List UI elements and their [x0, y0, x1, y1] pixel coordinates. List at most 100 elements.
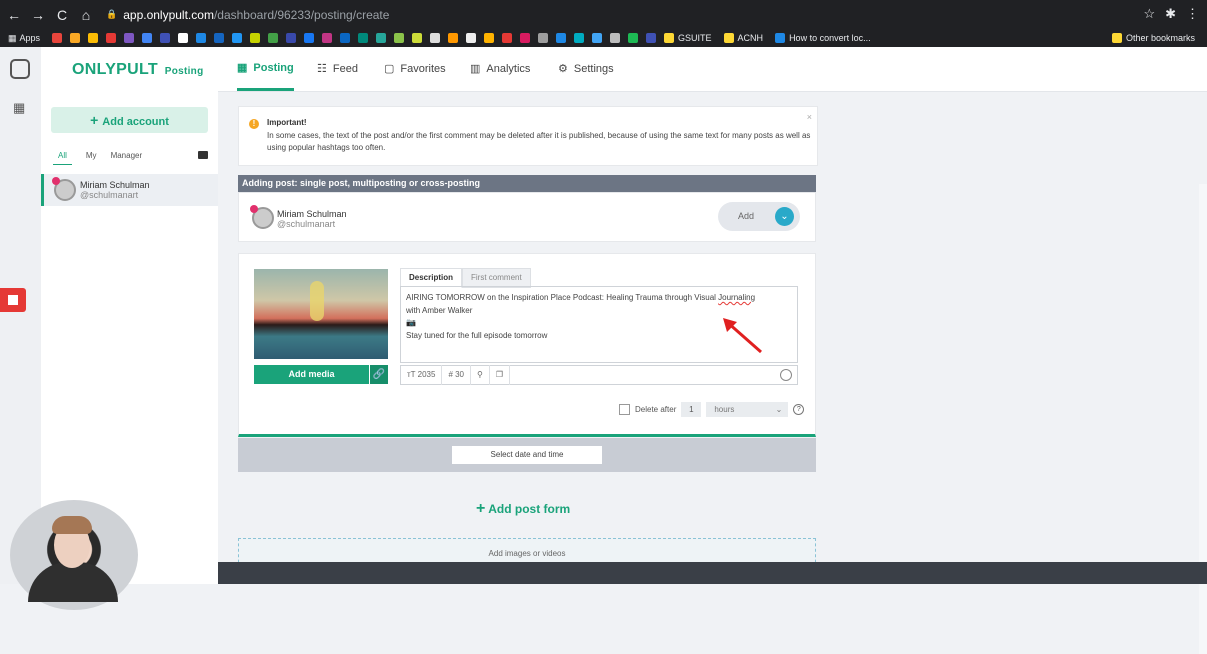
- gear-icon: ⚙: [558, 63, 568, 75]
- bookmark-icon: [775, 33, 786, 43]
- menu-icon[interactable]: ⋮: [1186, 6, 1199, 22]
- tab-label: Posting: [253, 61, 294, 74]
- address-bar[interactable]: 🔒 app.onlypult.com/dashboard/96233/posti…: [106, 8, 389, 22]
- bookmark-icon[interactable]: [322, 33, 333, 43]
- folder-icon: [723, 33, 734, 43]
- hashtag-count: 30: [455, 370, 465, 379]
- bookmark-icon[interactable]: [160, 33, 171, 43]
- bookmark-icon[interactable]: [70, 33, 81, 43]
- add-post-form-label: Add post form: [488, 502, 571, 516]
- delete-after-checkbox[interactable]: [619, 404, 630, 415]
- bookmark-icon[interactable]: [88, 33, 99, 43]
- record-button[interactable]: [0, 288, 26, 312]
- logo[interactable]: ONLYPULT Posting: [72, 61, 203, 79]
- bookmark-icon[interactable]: [268, 33, 279, 43]
- post-account-row: Miriam Schulman @schulmanart Add ⌄: [238, 192, 816, 242]
- location-icon[interactable]: ⚲: [471, 365, 490, 385]
- copy-icon[interactable]: ❐: [490, 365, 511, 385]
- bookmark-icon[interactable]: [142, 33, 153, 43]
- bookmark-icon[interactable]: [304, 33, 315, 43]
- home-icon[interactable]: ⌂: [76, 7, 96, 23]
- bookmark-icon[interactable]: [124, 33, 135, 43]
- bookmark-icon[interactable]: [430, 33, 441, 43]
- account-handle: @schulmanart: [277, 219, 336, 229]
- delete-after-value[interactable]: 1: [681, 402, 702, 417]
- tab-analytics[interactable]: ▥ Analytics: [470, 47, 530, 91]
- account-name: Miriam Schulman: [80, 180, 150, 190]
- bookmark-icon[interactable]: [646, 33, 657, 43]
- bookmark-icon[interactable]: [250, 33, 261, 43]
- bookmark-icon[interactable]: [376, 33, 387, 43]
- bookmark-icon[interactable]: [106, 33, 117, 43]
- bookmark-icon[interactable]: [232, 33, 243, 43]
- add-account-label: Add account: [102, 116, 169, 128]
- apps-grid-icon[interactable]: ▦: [13, 100, 25, 116]
- bookmark-acnh[interactable]: ACNH: [738, 33, 764, 43]
- bookmark-icon[interactable]: [592, 33, 603, 43]
- warning-icon: !: [249, 119, 259, 129]
- delete-unit-select[interactable]: hours ⌄: [706, 402, 789, 417]
- select-date-button[interactable]: Select date and time: [452, 446, 602, 464]
- emoji-icon[interactable]: [780, 369, 792, 381]
- bottom-bar: [218, 562, 1207, 584]
- tab-posting[interactable]: ▦ Posting: [237, 47, 294, 91]
- bookmark-icon[interactable]: [358, 33, 369, 43]
- bookmark-icon[interactable]: [448, 33, 459, 43]
- link-icon[interactable]: 🔗: [370, 365, 388, 384]
- instagram-icon[interactable]: [10, 59, 30, 79]
- bookmark-icon[interactable]: [610, 33, 621, 43]
- bookmark-convert[interactable]: How to convert loc...: [789, 33, 871, 43]
- close-icon[interactable]: ×: [807, 112, 812, 122]
- hashtag-counter[interactable]: # 30: [442, 365, 472, 385]
- filter-my[interactable]: My: [86, 151, 97, 165]
- bookmark-icon[interactable]: [574, 33, 585, 43]
- bookmark-icon[interactable]: [520, 33, 531, 43]
- bookmark-icon[interactable]: [178, 33, 189, 43]
- folder-icon: [1111, 33, 1122, 43]
- apps-icon[interactable]: ▦: [8, 33, 17, 44]
- help-icon[interactable]: ?: [793, 404, 805, 415]
- text-line: 📷: [406, 318, 416, 327]
- bookmark-icon[interactable]: [286, 33, 297, 43]
- bookmark-icon[interactable]: [214, 33, 225, 43]
- bookmark-icon[interactable]: [394, 33, 405, 43]
- account-item[interactable]: Miriam Schulman @schulmanart: [41, 174, 218, 206]
- bookmark-icon[interactable]: [628, 33, 639, 43]
- bookmark-icon[interactable]: [502, 33, 513, 43]
- folder-icon[interactable]: [198, 151, 208, 159]
- add-account-toggle[interactable]: Add ⌄: [718, 202, 800, 231]
- extensions-icon[interactable]: ✱: [1165, 6, 1176, 22]
- bookmark-icon[interactable]: [538, 33, 549, 43]
- tab-favorites[interactable]: ▢ Favorites: [384, 47, 446, 91]
- bookmark-icon: ▢: [384, 63, 395, 75]
- add-post-form-button[interactable]: + Add post form: [476, 500, 570, 518]
- bookmark-icon[interactable]: [340, 33, 351, 43]
- tab-first-comment[interactable]: First comment: [462, 268, 531, 288]
- top-nav: ▦ Posting ☷ Feed ▢ Favorites ▥ Analytics ⚙ Se…: [218, 47, 1207, 92]
- bookmark-icon[interactable]: [466, 33, 477, 43]
- reload-icon[interactable]: C: [52, 7, 72, 23]
- bookmark-icon[interactable]: [556, 33, 567, 43]
- add-media-button[interactable]: Add media: [254, 365, 369, 384]
- media-thumbnail[interactable]: [254, 269, 388, 359]
- bookmark-icon[interactable]: [52, 33, 63, 43]
- bookmark-icon[interactable]: [484, 33, 495, 43]
- bookmark-gsuite[interactable]: GSUITE: [678, 33, 712, 43]
- bookmark-other[interactable]: Other bookmarks: [1126, 33, 1195, 43]
- filter-manager[interactable]: Manager: [111, 151, 143, 165]
- bookmark-apps[interactable]: Apps: [20, 33, 41, 43]
- bookmark-icon[interactable]: [412, 33, 423, 43]
- add-account-button[interactable]: + Add account: [51, 107, 208, 133]
- bookmark-icon[interactable]: [196, 33, 207, 43]
- forward-icon[interactable]: →: [28, 7, 48, 23]
- delete-after-label: Delete after: [635, 405, 677, 414]
- star-icon[interactable]: ☆: [1143, 6, 1155, 22]
- tab-settings[interactable]: ⚙ Settings: [558, 47, 614, 91]
- tab-description[interactable]: Description: [400, 268, 463, 288]
- filter-all[interactable]: All: [53, 151, 72, 165]
- back-icon[interactable]: ←: [4, 7, 24, 23]
- person-shirt: [28, 562, 118, 602]
- url-path: /dashboard/96233/posting/create: [213, 7, 390, 22]
- tab-feed[interactable]: ☷ Feed: [317, 47, 358, 91]
- account-handle: @schulmanart: [80, 190, 139, 200]
